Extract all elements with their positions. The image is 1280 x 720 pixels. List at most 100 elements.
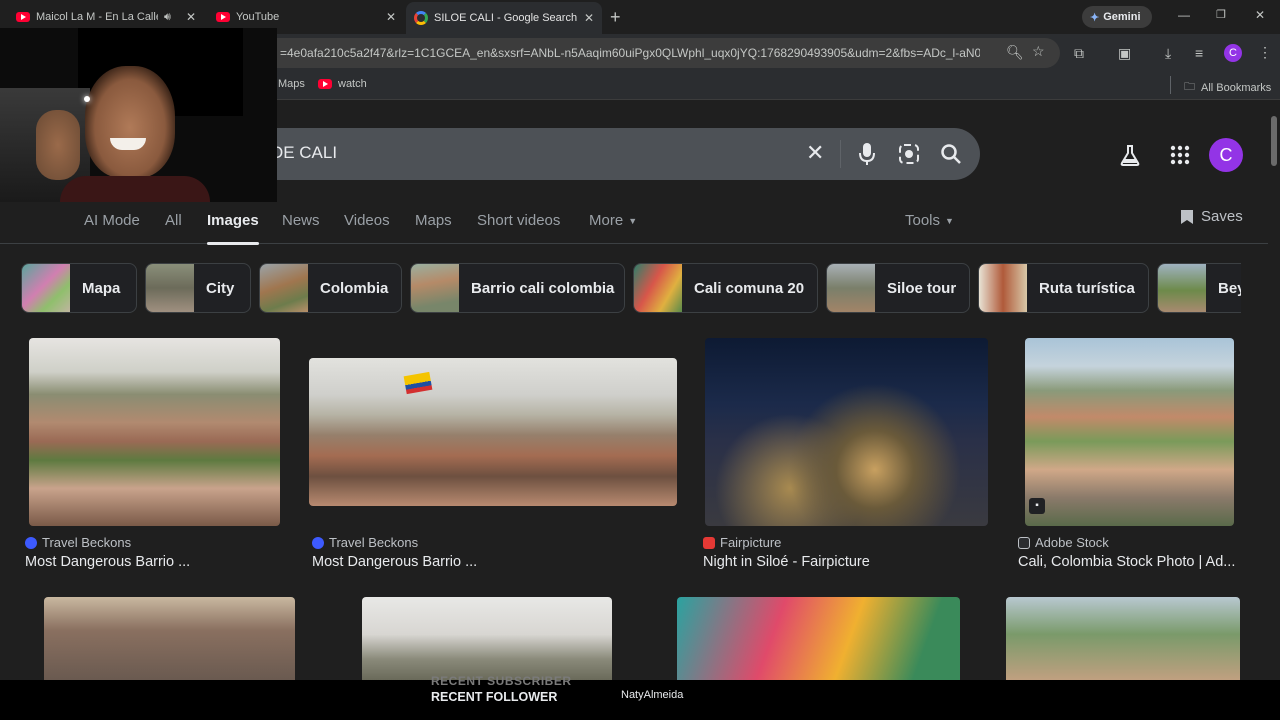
saves-button[interactable]: Saves [1180, 208, 1243, 225]
chip-city[interactable]: City [145, 263, 251, 313]
search-box[interactable]: OE CALI ✕ [240, 128, 980, 180]
more-menu-icon[interactable]: ⋮ [1258, 44, 1272, 61]
avatar[interactable]: C [1209, 138, 1243, 172]
webcam-overlay [0, 28, 277, 202]
streamer-hand [36, 110, 80, 180]
recent-follower-label: RECENT FOLLOWER [431, 690, 558, 704]
result-source[interactable]: Travel Beckons [25, 535, 131, 550]
tab-title: YouTube [236, 11, 280, 23]
speaker-icon[interactable]: 🔊︎ [164, 11, 171, 24]
tab-all[interactable]: All [165, 212, 182, 229]
search-icon[interactable] [940, 143, 962, 165]
chip-siloe-tour[interactable]: Siloe tour [826, 263, 970, 313]
all-bookmarks-button[interactable]: 🗀 All Bookmarks [1184, 78, 1271, 97]
chip-cali-comuna-20[interactable]: Cali comuna 20 [633, 263, 818, 313]
result-image[interactable] [309, 358, 677, 506]
chip-barrio-cali-colombia[interactable]: Barrio cali colombia [410, 263, 625, 313]
result-title[interactable]: Cali, Colombia Stock Photo | Ad... [1018, 554, 1235, 570]
tab-search-icon[interactable]: ▣ [1118, 45, 1131, 62]
result-title[interactable]: Night in Siloé - Fairpicture [703, 554, 870, 570]
chip-mapa[interactable]: Mapa [21, 263, 137, 313]
tab-ai-mode[interactable]: AI Mode [84, 212, 140, 229]
bookmark-maps[interactable]: Maps [278, 78, 305, 90]
tab-news[interactable]: News [282, 212, 320, 229]
recent-subscriber-label: RECENT SUBSCRIBER [431, 674, 572, 686]
zoom-icon[interactable]: 🔍︎ [1006, 44, 1024, 61]
tab-more[interactable]: More ▼ [589, 212, 637, 229]
download-icon[interactable]: ⤓ [1165, 45, 1171, 62]
result-image[interactable] [677, 597, 960, 680]
youtube-icon [16, 12, 30, 22]
light-glint [84, 96, 90, 102]
tab-videos[interactable]: Videos [344, 212, 390, 229]
bookmark-label: Maps [278, 78, 305, 90]
bookmark-label: All Bookmarks [1201, 81, 1272, 94]
bookmark-watch[interactable]: watch [318, 78, 367, 90]
bookmark-label: watch [338, 78, 367, 90]
result-image[interactable] [362, 597, 612, 680]
google-icon [414, 11, 428, 25]
tools-button[interactable]: Tools ▼ [905, 212, 954, 229]
tab-youtube[interactable]: YouTube ✕ [208, 4, 404, 30]
chip-label: Siloe tour [887, 279, 957, 297]
dropdown-arrow-icon: ▼ [945, 215, 954, 226]
result-source[interactable]: Fairpicture [703, 535, 781, 550]
apps-grid-icon[interactable] [1170, 145, 1190, 165]
gemini-button[interactable]: ✦ Gemini [1082, 6, 1152, 28]
tab-title: SILOE CALI - Google Search [434, 12, 578, 24]
chip-colombia[interactable]: Colombia [259, 263, 402, 313]
bookmark-star-icon[interactable]: ☆ [1032, 43, 1045, 60]
tab-short-videos[interactable]: Short videos [477, 212, 560, 229]
result-image[interactable]: ▪ [1025, 338, 1234, 526]
chip-thumbnail [827, 264, 875, 312]
media-control-icon[interactable]: ≡ [1195, 45, 1203, 61]
tab-maicol[interactable]: Maicol La M - En La Calle N 🔊︎ ✕ [8, 4, 204, 30]
result-image[interactable] [1006, 597, 1240, 680]
chip-thumbnail [979, 264, 1027, 312]
tab-google-search[interactable]: SILOE CALI - Google Search ✕ [406, 2, 602, 34]
scrollbar-thumb[interactable] [1271, 116, 1277, 166]
gemini-icon: ✦ [1090, 11, 1100, 24]
result-image[interactable] [44, 597, 295, 680]
new-tab-button[interactable]: + [610, 7, 621, 28]
close-icon[interactable]: ✕ [186, 10, 196, 24]
camera-lens-icon[interactable] [898, 143, 920, 165]
address-bar[interactable]: =4e0afa210c5a2f47&rlz=1C1GCEA_en&sxsrf=A… [260, 38, 1060, 68]
tab-title: Maicol La M - En La Calle N [36, 11, 158, 23]
folder-icon: 🗀 [1184, 81, 1195, 93]
travel-beckons-favicon [25, 536, 37, 549]
clear-icon[interactable]: ✕ [806, 140, 824, 166]
result-image[interactable] [705, 338, 988, 526]
chip-thumbnail [260, 264, 308, 312]
window-close-button[interactable]: ✕ [1255, 8, 1265, 22]
labs-flask-icon[interactable] [1119, 144, 1141, 166]
microphone-icon[interactable] [858, 142, 876, 166]
result-source[interactable]: Adobe Stock [1018, 535, 1109, 550]
result-image[interactable] [29, 338, 280, 526]
maximize-button[interactable]: ❐ [1216, 8, 1226, 21]
chip-thumbnail [634, 264, 682, 312]
saves-label: Saves [1201, 208, 1243, 225]
result-source[interactable]: Travel Beckons [312, 535, 418, 550]
address-text[interactable]: =4e0afa210c5a2f47&rlz=1C1GCEA_en&sxsrf=A… [280, 46, 980, 60]
chip-bey[interactable]: Bey [1157, 263, 1241, 313]
page-scrollbar[interactable] [1268, 100, 1280, 680]
chip-label: Colombia [320, 279, 389, 297]
close-icon[interactable]: ✕ [386, 10, 396, 24]
source-name: Travel Beckons [42, 535, 132, 550]
tab-maps[interactable]: Maps [415, 212, 452, 229]
chip-thumbnail [22, 264, 70, 312]
profile-avatar-small[interactable]: C [1224, 44, 1242, 62]
close-icon[interactable]: ✕ [584, 11, 594, 25]
chip-label: Mapa [82, 279, 121, 297]
tab-images[interactable]: Images [207, 212, 259, 245]
chip-ruta-turistica[interactable]: Ruta turística [978, 263, 1149, 313]
chip-label: Bey [1218, 279, 1241, 297]
result-title[interactable]: Most Dangerous Barrio ... [312, 554, 477, 570]
chip-thumbnail [146, 264, 194, 312]
minimize-button[interactable]: — [1178, 8, 1190, 22]
search-input[interactable]: OE CALI [270, 143, 337, 163]
travel-beckons-favicon [312, 536, 324, 549]
extensions-icon[interactable]: ⧉ [1074, 45, 1084, 62]
result-title[interactable]: Most Dangerous Barrio ... [25, 554, 190, 570]
